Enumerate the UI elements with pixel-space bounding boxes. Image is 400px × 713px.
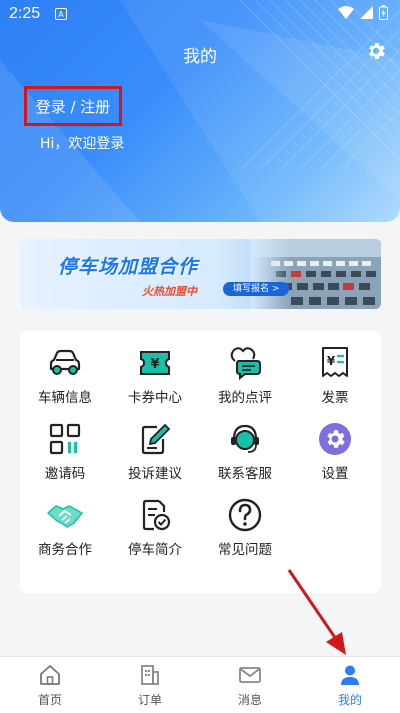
greeting-text: Hi，欢迎登录 [40, 136, 125, 152]
service-label: 我的点评 [218, 390, 272, 406]
service-label: 商务合作 [38, 542, 92, 558]
profile-header: 2:25 A 我的 登录 / 注册 Hi，欢迎登录 [0, 0, 400, 222]
service-label: 卡券中心 [128, 390, 182, 406]
battery-icon [379, 5, 388, 20]
service-label: 邀请码 [44, 466, 86, 482]
nav-label: 消息 [237, 693, 262, 707]
login-register-button[interactable]: 登录 / 注册 [24, 86, 122, 126]
comment-icon [230, 347, 261, 381]
page-title: 我的 [183, 47, 217, 67]
bottom-navigation: 首页 订单 消息 我的 [0, 656, 400, 713]
invoice-icon: ¥ [322, 347, 348, 377]
order-icon [141, 665, 159, 685]
edit-icon [141, 423, 171, 455]
service-my-reviews[interactable]: 我的点评 [200, 331, 290, 406]
headset-icon [231, 424, 259, 453]
service-parking-intro[interactable]: 停车简介 [110, 483, 200, 558]
banner-title: 停车场加盟合作 [58, 256, 199, 278]
nav-label: 首页 [37, 693, 62, 707]
car-icon [49, 349, 81, 375]
user-icon [341, 665, 359, 685]
service-faq[interactable]: 常见问题 [200, 483, 290, 558]
system-icons [338, 5, 388, 20]
banner-subtitle: 火热加盟中 [142, 285, 197, 298]
document-icon [142, 499, 171, 531]
nav-label: 订单 [137, 693, 162, 707]
wifi-icon [338, 6, 354, 19]
franchise-banner[interactable]: 停车场加盟合作 火热加盟中 填写报名 > [20, 239, 381, 309]
nav-item-mine[interactable]: 我的 [300, 657, 400, 713]
handshake-icon [47, 505, 83, 528]
service-label: 联系客服 [218, 466, 272, 482]
service-label: 常见问题 [218, 542, 272, 558]
services-grid: 车辆信息 ¥ 卡券中心 我的点评 ¥ 发票 邀请码 投诉建议 联系客服 设置 商… [20, 331, 381, 593]
service-label: 停车简介 [128, 542, 182, 558]
banner-signup-button[interactable]: 填写报名 > [223, 282, 290, 296]
nav-item-messages[interactable]: 消息 [200, 657, 300, 713]
service-label: 车辆信息 [38, 390, 92, 406]
gear-icon[interactable] [365, 40, 387, 62]
service-label: 发票 [321, 390, 349, 406]
nav-label: 我的 [337, 693, 362, 707]
nav-item-orders[interactable]: 订单 [100, 657, 200, 713]
service-settings[interactable]: 设置 [290, 407, 380, 482]
parking-lot-image [251, 239, 381, 309]
service-customer-support[interactable]: 联系客服 [200, 407, 290, 482]
service-business-cooperation[interactable]: 商务合作 [20, 483, 110, 558]
settings-icon [319, 423, 351, 455]
svg-text:¥: ¥ [327, 354, 336, 368]
signal-icon [360, 6, 373, 19]
qrcode-icon [49, 423, 81, 455]
nav-item-home[interactable]: 首页 [0, 657, 100, 713]
service-label: 设置 [321, 466, 349, 482]
service-label: 投诉建议 [128, 466, 182, 482]
service-invoice[interactable]: ¥ 发票 [290, 331, 380, 406]
service-invite-code[interactable]: 邀请码 [20, 407, 110, 482]
message-icon [239, 667, 261, 683]
ticket-icon: ¥ [140, 351, 170, 375]
status-time: 2:25 [9, 5, 41, 22]
a-notification-icon: A [55, 8, 67, 20]
home-icon [40, 665, 60, 685]
question-icon [228, 498, 262, 532]
service-complaint[interactable]: 投诉建议 [110, 407, 200, 482]
service-vehicle-info[interactable]: 车辆信息 [20, 331, 110, 406]
service-coupon-center[interactable]: ¥ 卡券中心 [110, 331, 200, 406]
svg-text:¥: ¥ [150, 357, 159, 372]
status-bar: 2:25 A [0, 0, 400, 28]
